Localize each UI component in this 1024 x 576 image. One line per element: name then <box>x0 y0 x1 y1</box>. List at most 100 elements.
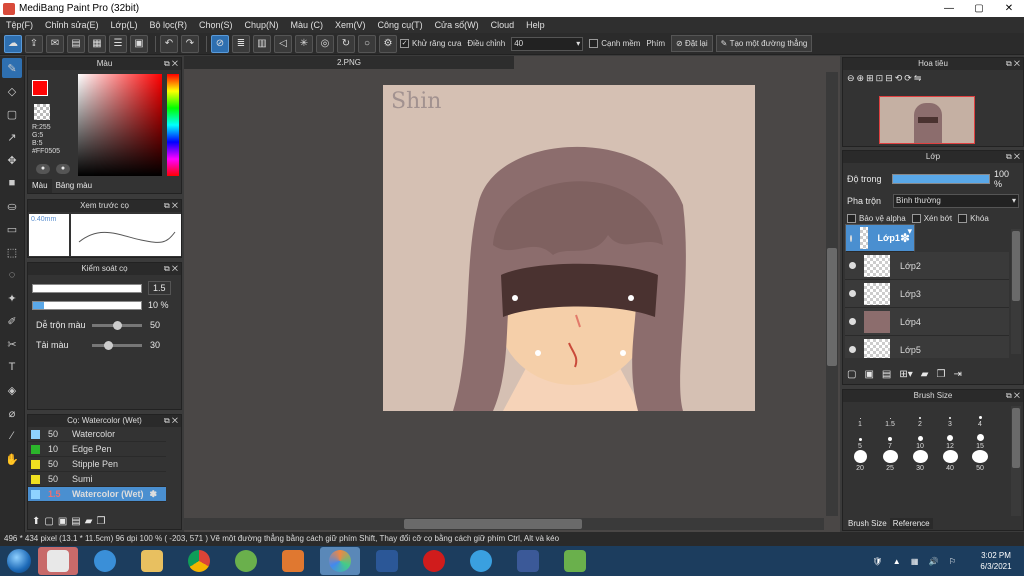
rotate-left-icon[interactable]: ⟲ <box>895 73 903 84</box>
clock[interactable]: 3:02 PM 6/3/2021 <box>968 550 1024 572</box>
brush-size-option[interactable]: 12 <box>935 428 965 450</box>
layer-item[interactable]: Lớp5 <box>845 336 1009 358</box>
taskbar-unikey-icon[interactable] <box>461 547 501 575</box>
share-icon[interactable]: ⇪ <box>25 34 43 53</box>
brush-item-selected[interactable]: 1.5 Watercolor (Wet) ✽ <box>28 487 166 502</box>
panel-close-icon[interactable]: ⧉ ✕ <box>164 58 178 70</box>
zoom-out-icon[interactable]: ⊖ <box>847 73 855 84</box>
layer-item[interactable]: Lớp3 <box>845 280 1009 308</box>
panel-close-icon[interactable]: ⧉ ✕ <box>164 200 178 212</box>
vanish-snap-icon[interactable]: ◁ <box>274 34 292 53</box>
protect-alpha-checkbox[interactable]: Bảo vệ alpha <box>847 214 906 223</box>
antialias-checkbox[interactable]: ✓ Khử răng cưa <box>400 39 461 48</box>
folder-icon[interactable]: ▰ <box>85 516 93 527</box>
eraser-tool-icon[interactable]: ◇ <box>2 81 22 101</box>
taskbar-folder-icon[interactable] <box>132 547 172 575</box>
minimize-button[interactable]: — <box>934 0 964 17</box>
rectangle-tool-icon[interactable]: ▢ <box>2 104 22 124</box>
fit-width-icon[interactable]: ⊟ <box>885 73 893 84</box>
foreground-swatch[interactable] <box>32 80 48 96</box>
taskbar-coccoc-icon[interactable] <box>226 547 266 575</box>
layer-item-selected[interactable]: Lớp1 ✽ <box>845 224 915 252</box>
brush-size-option[interactable]: 20 <box>845 450 875 472</box>
menu-help[interactable]: Help <box>520 20 551 30</box>
hand-tool-icon[interactable]: ✋ <box>2 449 22 469</box>
brush-size-option[interactable]: 4 <box>965 406 995 428</box>
add-brush-icon[interactable]: ⬆ <box>32 516 40 527</box>
brush-size-option[interactable]: 10 <box>905 428 935 450</box>
page-icon[interactable]: ▤ <box>67 34 85 53</box>
clip-checkbox[interactable]: Xén bớt <box>911 214 952 223</box>
taskbar-facebook-icon[interactable] <box>508 547 548 575</box>
import-brush-icon[interactable]: ▣ <box>58 516 67 527</box>
menu-select[interactable]: Chọn(S) <box>193 20 239 30</box>
add-layer-menu-icon[interactable]: ⊞▾ <box>899 369 912 380</box>
taskbar-ie-icon[interactable] <box>85 547 125 575</box>
merge-layer-icon[interactable]: ⇥ <box>953 369 961 380</box>
close-button[interactable]: ✕ <box>994 0 1024 17</box>
panel-close-icon[interactable]: ⧉ ✕ <box>1006 58 1020 70</box>
layer-item[interactable]: Lớp2 <box>845 252 1009 280</box>
eyedropper-small-icon[interactable]: ● <box>36 164 50 174</box>
cloud-icon[interactable]: ☁ <box>4 34 22 53</box>
document-tab[interactable]: 2.PNG <box>184 56 514 69</box>
settings-icon[interactable]: ⚙ <box>379 34 397 53</box>
new-brush-icon[interactable]: ▢ <box>44 516 53 527</box>
fill-rect-tool-icon[interactable]: ■ <box>2 173 22 193</box>
tab-reference[interactable]: Reference <box>889 518 933 529</box>
circle-snap-icon[interactable]: ○ <box>358 34 376 53</box>
fit-icon[interactable]: ⊞ <box>866 73 874 84</box>
taskbar-opera-icon[interactable] <box>414 547 454 575</box>
text-tool-icon[interactable]: T <box>2 357 22 377</box>
copy-brush-icon[interactable]: ▤ <box>71 516 80 527</box>
parallel-snap-icon[interactable]: ≣ <box>232 34 250 53</box>
brush-size-option[interactable]: 2 <box>905 406 935 428</box>
brush-item[interactable]: 10 Edge Pen <box>28 442 166 457</box>
menu-cloud[interactable]: Cloud <box>485 20 521 30</box>
document-icon[interactable]: ▦ <box>88 34 106 53</box>
soft-edge-checkbox[interactable]: Cạnh mềm <box>589 39 640 48</box>
duplicate-layer-icon[interactable]: ❐ <box>936 369 945 380</box>
dot-tool-icon[interactable]: ↗ <box>2 127 22 147</box>
no-snap-icon[interactable]: ⊘ <box>211 34 229 53</box>
brush-size-option[interactable]: 30 <box>905 450 935 472</box>
move-tool-icon[interactable]: ✥ <box>2 150 22 170</box>
visibility-icon[interactable] <box>849 262 856 269</box>
eyedropper-tool-icon[interactable]: ⌀ <box>2 403 22 423</box>
brush-size-option[interactable]: 25 <box>875 450 905 472</box>
taskbar-paint-icon[interactable] <box>38 547 78 575</box>
menu-snap[interactable]: Chụp(N) <box>239 20 285 30</box>
reset-button[interactable]: ⊘ Đặt lại <box>671 35 713 52</box>
panel-close-icon[interactable]: ⧉ ✕ <box>1006 390 1020 402</box>
panel-close-icon[interactable]: ⧉ ✕ <box>164 263 178 275</box>
brush-item[interactable]: 50 Sumi <box>28 472 166 487</box>
vertical-scrollbar[interactable] <box>826 72 838 516</box>
panel-close-icon[interactable]: ⧉ ✕ <box>1006 151 1020 163</box>
brush-size-scrollbar[interactable] <box>1011 406 1021 516</box>
lasso-tool-icon[interactable]: ◌ <box>2 265 22 285</box>
pen-tool-icon[interactable]: ⁄ <box>2 426 22 446</box>
panel-close-icon[interactable]: ⧉ ✕ <box>164 415 178 427</box>
menu-view[interactable]: Xem(V) <box>329 20 372 30</box>
menu-filter[interactable]: Bộ lọc(R) <box>143 20 193 30</box>
magic-wand-tool-icon[interactable]: ✦ <box>2 288 22 308</box>
color-mode-icon[interactable]: ● <box>56 164 70 174</box>
layer-settings-icon[interactable]: ✽ <box>900 232 910 244</box>
tab-color[interactable]: Màu <box>28 179 52 193</box>
visibility-icon[interactable] <box>850 234 853 242</box>
rotate-reset-icon[interactable]: ⟳ <box>904 73 912 84</box>
brush-opacity-slider[interactable] <box>32 300 142 310</box>
crosshatch-snap-icon[interactable]: ▥ <box>253 34 271 53</box>
menu-edit[interactable]: Chỉnh sửa(E) <box>39 20 105 30</box>
menu-file[interactable]: Tệp(F) <box>0 20 39 30</box>
brush-item[interactable]: 50 Watercolor <box>28 427 166 442</box>
gradient-tool-icon[interactable]: ▭ <box>2 219 22 239</box>
new-8bit-layer-icon[interactable]: ▤ <box>882 369 891 380</box>
drawing-canvas[interactable]: Shin <box>383 85 755 411</box>
layers-scrollbar[interactable] <box>1011 229 1021 354</box>
taskbar-game-icon[interactable] <box>555 547 595 575</box>
menu-window[interactable]: Cửa số(W) <box>429 20 485 30</box>
select-tool-icon[interactable]: ⬚ <box>2 242 22 262</box>
brush-size-slider[interactable] <box>32 283 142 293</box>
brush-size-option[interactable]: 5 <box>845 428 875 450</box>
